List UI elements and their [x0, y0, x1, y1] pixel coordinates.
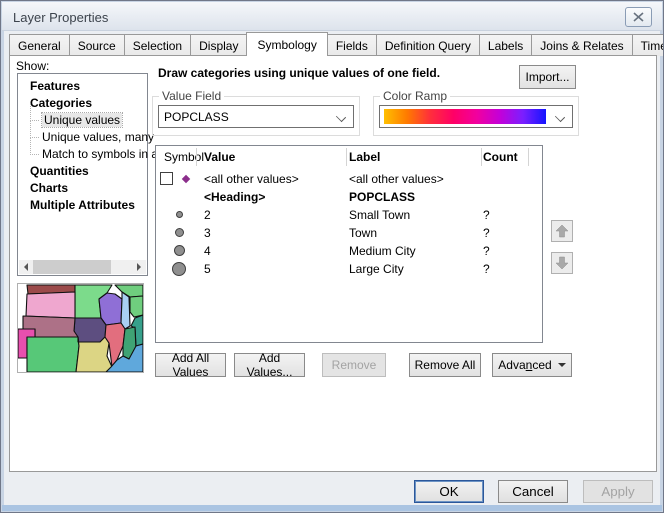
show-item-charts[interactable]: Charts	[18, 180, 147, 197]
symbol-table: Symbol Value Label Count <all other valu…	[155, 145, 543, 343]
col-symbol: Symbol	[164, 150, 204, 164]
scroll-left-icon[interactable]	[19, 260, 33, 274]
chevron-down-icon	[555, 112, 565, 122]
import-button[interactable]: Import...	[519, 65, 576, 89]
title-bar: Layer Properties	[2, 2, 662, 31]
tree-branch-icon	[30, 104, 39, 121]
move-up-button[interactable]	[551, 220, 573, 242]
close-button[interactable]	[625, 7, 652, 27]
tab-selection[interactable]: Selection	[124, 34, 191, 56]
show-item-match-symbols[interactable]: Match to symbols in a	[18, 146, 147, 163]
table-row[interactable]: 5 Large City ?	[156, 260, 542, 278]
scrollbar-thumb[interactable]	[33, 260, 111, 274]
circle-symbol-swatch[interactable]	[172, 262, 186, 276]
advanced-button[interactable]: Advanced	[492, 353, 572, 377]
tab-general[interactable]: General	[9, 34, 70, 56]
table-row[interactable]: <all other values> <all other values>	[156, 170, 542, 188]
table-row[interactable]: 2 Small Town ?	[156, 206, 542, 224]
tab-joins-relates[interactable]: Joins & Relates	[531, 34, 632, 56]
color-ramp-groupbox: Color Ramp	[373, 96, 579, 136]
tab-display[interactable]: Display	[190, 34, 247, 56]
tree-branch-icon	[30, 138, 39, 155]
apply-button[interactable]: Apply	[583, 480, 653, 503]
dialog-bottom-frame	[2, 505, 662, 511]
tab-strip: General Source Selection Display Symbolo…	[9, 34, 655, 56]
show-item-multiple-attributes[interactable]: Multiple Attributes	[18, 197, 147, 214]
arrow-down-icon	[555, 256, 569, 270]
dropdown-caret-icon	[558, 363, 566, 371]
scroll-right-icon[interactable]	[132, 260, 146, 274]
color-ramp-swatch	[384, 109, 546, 124]
circle-symbol-swatch[interactable]	[175, 228, 184, 237]
window-title: Layer Properties	[13, 10, 108, 25]
value-field-legend: Value Field	[159, 89, 224, 103]
show-tree-listbox: Features Categories Unique values Unique…	[17, 73, 148, 276]
page-description: Draw categories using unique values of o…	[158, 66, 440, 80]
table-row[interactable]: 3 Town ?	[156, 224, 542, 242]
tab-symbology[interactable]: Symbology	[246, 32, 327, 56]
col-count: Count	[483, 150, 518, 164]
remove-all-button[interactable]: Remove All	[409, 353, 481, 377]
tab-source[interactable]: Source	[69, 34, 125, 56]
show-item-features[interactable]: Features	[18, 78, 147, 95]
show-item-quantities[interactable]: Quantities	[18, 163, 147, 180]
add-values-button[interactable]: Add Values...	[234, 353, 305, 377]
tab-fields[interactable]: Fields	[327, 34, 377, 56]
horizontal-scrollbar[interactable]	[19, 260, 146, 274]
symbology-page: Show: Features Categories Unique values …	[9, 55, 657, 472]
tab-time[interactable]: Time	[632, 34, 664, 56]
circle-symbol-swatch[interactable]	[174, 245, 185, 256]
col-value: Value	[204, 150, 235, 164]
table-row[interactable]: 4 Medium City ?	[156, 242, 542, 260]
circle-symbol-swatch[interactable]	[176, 211, 183, 218]
all-other-values-checkbox[interactable]	[160, 172, 173, 185]
cancel-button[interactable]: Cancel	[498, 480, 568, 503]
value-field-dropdown[interactable]: POPCLASS	[158, 105, 354, 128]
arrow-up-icon	[555, 224, 569, 238]
tab-labels[interactable]: Labels	[479, 34, 532, 56]
col-label: Label	[349, 150, 380, 164]
chevron-down-icon	[336, 112, 346, 122]
color-ramp-legend: Color Ramp	[380, 89, 450, 103]
tree-branch-icon	[30, 121, 39, 138]
move-down-button[interactable]	[551, 252, 573, 274]
show-label: Show:	[16, 59, 49, 73]
tab-definition-query[interactable]: Definition Query	[376, 34, 480, 56]
value-field-groupbox: Value Field POPCLASS	[152, 96, 360, 136]
ok-button[interactable]: OK	[414, 480, 484, 503]
point-symbol-swatch[interactable]	[182, 175, 190, 183]
table-row[interactable]: <Heading> POPCLASS	[156, 188, 542, 206]
close-icon	[633, 12, 644, 22]
add-all-values-button[interactable]: Add All Values	[155, 353, 226, 377]
map-preview	[17, 283, 144, 373]
color-ramp-dropdown[interactable]	[379, 105, 573, 128]
layer-properties-dialog: Layer Properties General Source Selectio…	[0, 0, 664, 513]
remove-button[interactable]: Remove	[322, 353, 386, 377]
